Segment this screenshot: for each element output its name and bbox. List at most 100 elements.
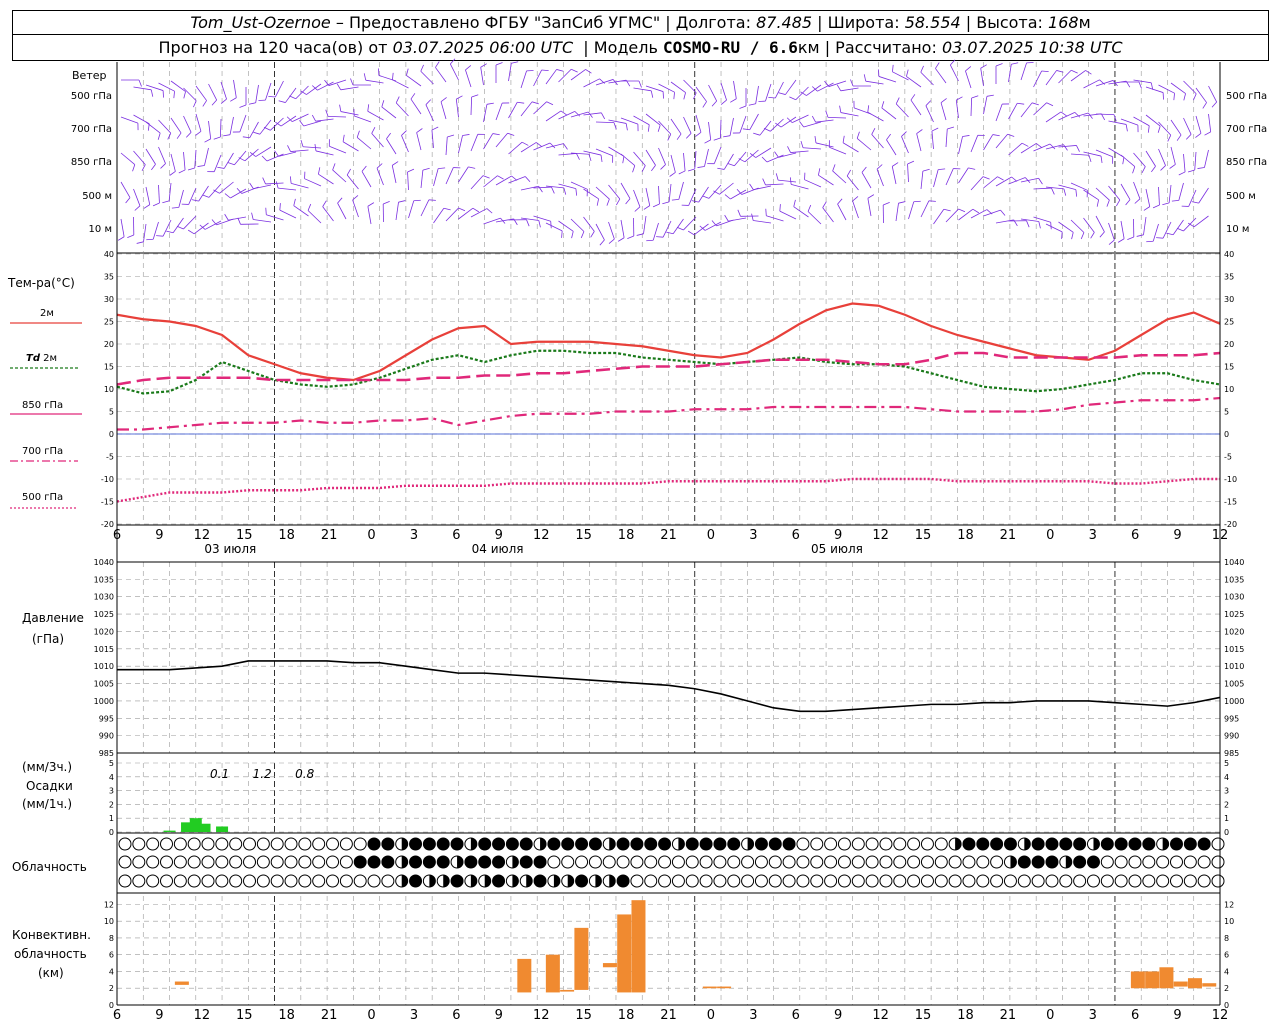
wind-barb-shaft [470, 96, 473, 116]
pressure-line [117, 660, 1221, 713]
wind-barb-flag [748, 103, 756, 106]
x-tick-label-bottom: 0 [367, 1008, 375, 1023]
conv-bar [574, 927, 589, 990]
wind-barb-shaft [815, 142, 834, 148]
wind-barb-flag [863, 74, 867, 82]
wind-barb-shaft [652, 222, 659, 241]
wind-barb-flag [1197, 167, 1205, 169]
cloud-symbol [616, 855, 630, 869]
wind-barb-shaft [840, 112, 859, 117]
wind-barb-flag [971, 95, 979, 99]
wind-barb-shaft [558, 68, 572, 83]
wind-barb-shaft [545, 69, 557, 85]
wind-barb-shaft [133, 86, 152, 91]
conv-title-3: (км) [38, 966, 64, 980]
wind-barb-flag [920, 65, 924, 73]
wind-barb-shaft [533, 186, 552, 189]
wind-barb-shaft [861, 172, 872, 189]
cloud-symbol-fill [1059, 838, 1072, 850]
cloud-symbol-fill [962, 838, 975, 850]
wind-barb-flag [687, 230, 695, 236]
cloud-symbol-fill [1198, 838, 1211, 850]
cloud-symbol-fill [658, 838, 671, 850]
wind-barb-flag [1071, 69, 1078, 74]
wind-barb-flag [1106, 199, 1110, 207]
cloud-symbol [810, 874, 824, 888]
wind-barb-shaft [188, 187, 197, 205]
wind-barb-flag [261, 155, 268, 162]
x-tick-label-bottom: 3 [410, 1008, 418, 1023]
cloud-symbol [893, 855, 907, 869]
wind-barb-shaft [970, 176, 984, 191]
cloud-symbol-half [512, 875, 519, 887]
wind-barb-shaft [249, 121, 259, 138]
wind-barb-flag [1090, 232, 1095, 239]
wind-barb-flag [992, 134, 1000, 137]
cloud-symbol-half [443, 875, 450, 887]
y-tick-label-left: 5 [109, 408, 114, 417]
wind-barb-flag [596, 198, 599, 206]
cloud-symbol-fill [492, 838, 505, 850]
wind-barb-flag [526, 219, 530, 227]
cloud-symbol [990, 874, 1004, 888]
wind-barb-flag [541, 69, 549, 72]
wind-barb-shaft [1143, 216, 1147, 235]
legend-td-symbol: Td [26, 353, 41, 364]
wind-barb-shaft [381, 106, 397, 119]
cloud-symbol [1100, 855, 1114, 869]
x-tick-label-bottom: 9 [155, 1008, 163, 1023]
wind-barb-shaft [416, 132, 422, 151]
wind-barb-flag [204, 138, 211, 143]
wind-barb-shaft [822, 207, 834, 223]
wind-barb-shaft [970, 97, 973, 117]
x-tick-label-temp: 0 [707, 528, 715, 543]
cloud-symbol [284, 837, 298, 851]
cloud-symbol [353, 874, 367, 888]
pressure-title: Давление [22, 611, 84, 625]
y-tick-label-right: 40 [1224, 250, 1234, 259]
wind-barb-flag [143, 204, 150, 209]
wind-barb-shaft [620, 219, 625, 238]
x-tick-label-bottom: 12 [1212, 1008, 1229, 1023]
wind-barb-shaft [1204, 149, 1209, 168]
y-tick-label-left: -5 [106, 453, 114, 462]
cloud-symbol [173, 874, 187, 888]
wind-barb-shaft [815, 119, 834, 123]
wind-barb-shaft [645, 187, 651, 206]
wind-barb-flag [156, 235, 164, 237]
wind-barb-flag [906, 69, 909, 77]
cloud-symbol [215, 874, 229, 888]
cloud-symbol [1114, 874, 1128, 888]
wind-barb-flag [517, 101, 525, 104]
x-tick-label-bottom: 18 [278, 1008, 295, 1023]
x-tick-label-bottom: 9 [495, 1008, 503, 1023]
wind-barb-flag [765, 208, 767, 216]
wind-barb-flag [950, 59, 956, 66]
conv-bar [702, 986, 717, 989]
wind-barb-flag [704, 139, 711, 144]
wind-barb-flag [395, 96, 400, 104]
wind-barb-flag [299, 120, 305, 127]
cloud-symbol [962, 874, 976, 888]
cloud-symbol [284, 874, 298, 888]
cloud-symbol [644, 855, 658, 869]
cloud-symbol-fill [547, 838, 560, 850]
wind-barb-shaft [1195, 115, 1202, 134]
wind-barb-flag [293, 198, 296, 206]
wind-barb-flag [601, 112, 606, 120]
cloud-symbol-fill [990, 838, 1003, 850]
wind-barb-shaft [1108, 120, 1127, 125]
y-tick-label-left: 20 [104, 340, 114, 349]
wind-barb-flag [525, 176, 531, 183]
wind-barb-shaft [867, 198, 872, 217]
wind-level-500hpa: 500 гПа [71, 91, 112, 102]
cloud-symbol-fill [686, 838, 699, 850]
wind-barb-shaft [583, 188, 599, 200]
wind-barb-shaft [1045, 111, 1062, 123]
y-tick-label-right: -10 [1224, 475, 1237, 484]
wind-barb-flag [117, 236, 125, 241]
y-tick-label-right: 5 [1224, 759, 1229, 768]
wind-barb-flag [1076, 145, 1080, 152]
wind-barb-shaft [846, 175, 859, 191]
cloud-symbol-half [1024, 838, 1031, 850]
